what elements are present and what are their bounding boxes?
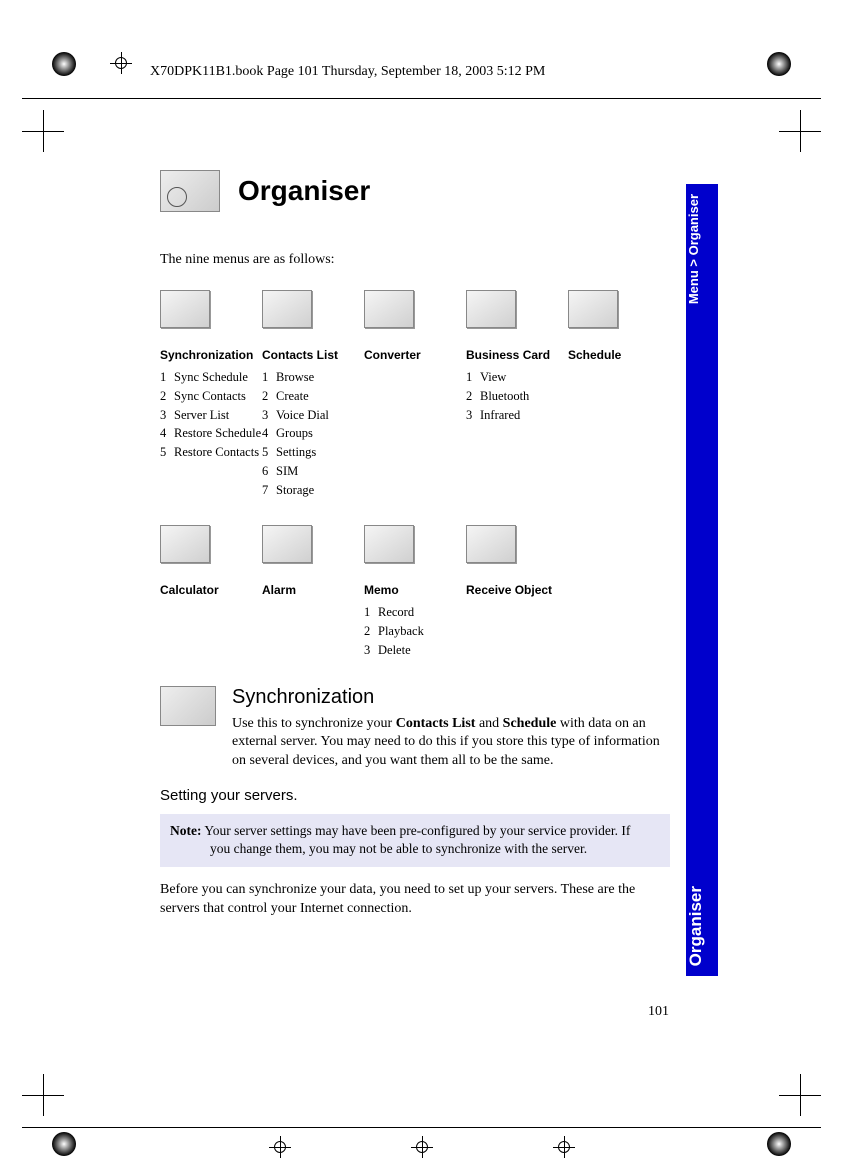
submenu-list: 1Record 2Playback 3Delete bbox=[364, 603, 466, 659]
subsection-heading: Setting your servers. bbox=[160, 787, 670, 804]
submenu-item: Server List bbox=[174, 408, 229, 422]
submenu-item: View bbox=[480, 370, 506, 384]
note-line2: you change them, you may not be able to … bbox=[170, 840, 660, 858]
menu-heading: Calculator bbox=[160, 583, 262, 597]
schedule-icon bbox=[568, 290, 618, 328]
submenu-item: Restore Schedule bbox=[174, 426, 261, 440]
crop-mark-icon bbox=[779, 1074, 821, 1116]
menu-heading: Receive Object bbox=[466, 583, 568, 597]
crop-mark-icon bbox=[22, 110, 64, 152]
submenu-item: Browse bbox=[276, 370, 314, 384]
submenu-item: Record bbox=[378, 605, 414, 619]
organiser-icon bbox=[160, 170, 220, 212]
submenu-item: Playback bbox=[378, 624, 424, 638]
registration-mark-icon bbox=[110, 52, 132, 74]
converter-icon bbox=[364, 290, 414, 328]
note-label: Note: bbox=[170, 823, 201, 838]
note-box: Note: Your server settings may have been… bbox=[160, 814, 670, 866]
print-mark-radial-icon bbox=[767, 52, 791, 76]
submenu-item: Restore Contacts bbox=[174, 445, 259, 459]
footer-divider bbox=[22, 1127, 821, 1128]
menu-heading: Contacts List bbox=[262, 348, 364, 362]
header-divider bbox=[22, 98, 821, 99]
paragraph: Before you can synchronize your data, yo… bbox=[160, 881, 670, 919]
section-body: Use this to synchronize your Contacts Li… bbox=[232, 715, 670, 772]
page-title: Organiser bbox=[238, 175, 370, 207]
section-label: Organiser bbox=[686, 886, 718, 966]
menu-heading: Alarm bbox=[262, 583, 364, 597]
registration-mark-icon bbox=[411, 1136, 433, 1158]
submenu-item: Create bbox=[276, 389, 309, 403]
sync-section-icon bbox=[160, 686, 216, 726]
alarm-icon bbox=[262, 525, 312, 563]
intro-text: The nine menus are as follows: bbox=[160, 252, 670, 268]
memo-icon bbox=[364, 525, 414, 563]
contacts-icon bbox=[262, 290, 312, 328]
submenu-list: 1View 2Bluetooth 3Infrared bbox=[466, 368, 568, 424]
bottom-registration-marks bbox=[0, 1136, 843, 1158]
submenu-item: Voice Dial bbox=[276, 408, 329, 422]
calculator-icon bbox=[160, 525, 210, 563]
header-filename: X70DPK11B1.book Page 101 Thursday, Septe… bbox=[150, 64, 545, 80]
submenu-item: Delete bbox=[378, 643, 411, 657]
submenu-item: Settings bbox=[276, 445, 316, 459]
submenu-item: Groups bbox=[276, 426, 313, 440]
submenu-list: 1Sync Schedule 2Sync Contacts 3Server Li… bbox=[160, 368, 262, 462]
menu-heading: Schedule bbox=[568, 348, 670, 362]
breadcrumb: Menu > Organiser bbox=[686, 194, 718, 312]
submenu-item: SIM bbox=[276, 464, 298, 478]
menu-heading: Converter bbox=[364, 348, 466, 362]
business-card-icon bbox=[466, 290, 516, 328]
menu-heading: Synchronization bbox=[160, 348, 262, 362]
registration-mark-icon bbox=[553, 1136, 575, 1158]
receive-object-icon bbox=[466, 525, 516, 563]
menu-heading: Business Card bbox=[466, 348, 568, 362]
page-number: 101 bbox=[648, 1004, 669, 1020]
crop-mark-icon bbox=[22, 1074, 64, 1116]
print-mark-radial-icon bbox=[52, 52, 76, 76]
submenu-item: Sync Contacts bbox=[174, 389, 246, 403]
submenu-item: Bluetooth bbox=[480, 389, 529, 403]
submenu-item: Infrared bbox=[480, 408, 520, 422]
section-tab: Menu > Organiser Organiser bbox=[686, 184, 718, 976]
submenu-list: 1Browse 2Create 3Voice Dial 4Groups 5Set… bbox=[262, 368, 364, 499]
submenu-item: Sync Schedule bbox=[174, 370, 248, 384]
registration-mark-icon bbox=[269, 1136, 291, 1158]
sync-icon bbox=[160, 290, 210, 328]
menu-heading: Memo bbox=[364, 583, 466, 597]
page-content: Organiser The nine menus are as follows:… bbox=[160, 170, 670, 918]
crop-mark-icon bbox=[779, 110, 821, 152]
section-heading: Synchronization bbox=[232, 686, 670, 709]
note-line1: Your server settings may have been pre-c… bbox=[201, 823, 630, 838]
submenu-item: Storage bbox=[276, 483, 314, 497]
